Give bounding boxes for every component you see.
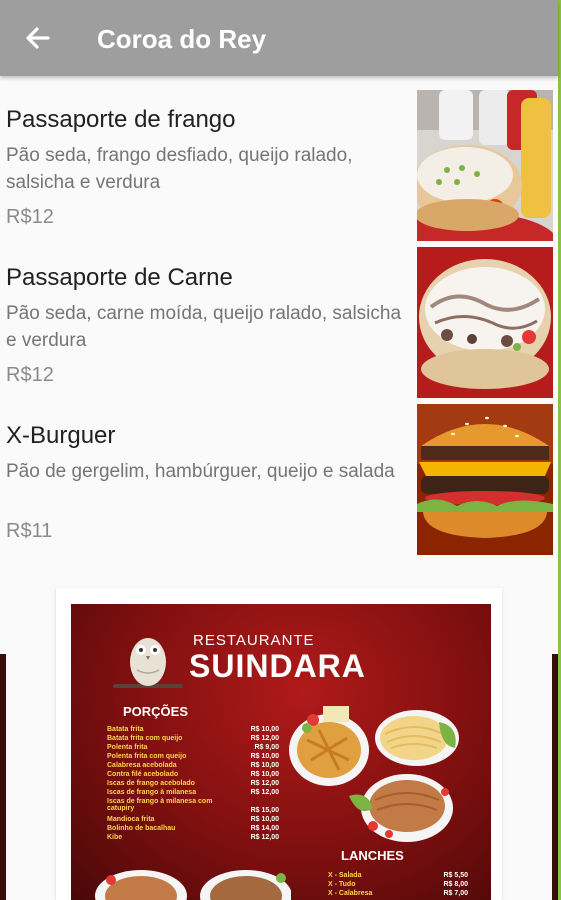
menu-row: Bolinho de bacalhau R$ 14,00 xyxy=(107,825,279,832)
owl-icon xyxy=(113,638,183,688)
menu-row: Iscas de frango à milanesa com catupiry R… xyxy=(107,798,279,814)
item-price: R$11 xyxy=(6,520,53,542)
menu-row: Batata frita com queijo R$ 12,00 xyxy=(107,735,279,742)
gallery-next-peek[interactable] xyxy=(552,654,558,900)
app-bar: Coroa do Rey xyxy=(0,0,558,76)
food-plates-illustration xyxy=(289,706,459,842)
menu-row: X - Calabresa R$ 7,00 xyxy=(328,890,468,897)
item-description: Pão seda, carne moída, queijo ralado, sa… xyxy=(6,303,402,351)
item-image-hot-dog-frango[interactable] xyxy=(417,90,553,241)
item-price: R$12 xyxy=(6,206,54,228)
menu-row: Polenta frita com queijo R$ 10,00 xyxy=(107,753,279,760)
app-title: Coroa do Rey xyxy=(97,24,267,54)
restaurant-menu-image: RESTAURANTE SUINDARA PORÇÕES Batata frit… xyxy=(71,604,491,900)
menu-row: Calabresa acebolada R$ 10,00 xyxy=(107,762,279,769)
lanches-title: LANCHES xyxy=(341,848,404,863)
restaurant-name: SUINDARA xyxy=(189,648,366,684)
menu-card[interactable]: RESTAURANTE SUINDARA PORÇÕES Batata frit… xyxy=(56,588,502,900)
gallery-prev-peek[interactable] xyxy=(0,654,6,900)
menu-row: Contra filé acebolado R$ 10,00 xyxy=(107,771,279,778)
item-description: Pão seda, frango desfiado, queijo ralado… xyxy=(6,145,353,193)
item-image-burger[interactable] xyxy=(417,404,553,555)
item-price: R$12 xyxy=(6,364,54,386)
item-description: Pão de gergelim, hambúrguer, queijo e sa… xyxy=(6,461,395,482)
porcoes-title: PORÇÕES xyxy=(123,704,189,719)
menu-row: Polenta frita R$ 9,00 xyxy=(107,744,279,751)
back-arrow-icon[interactable] xyxy=(22,22,54,54)
item-name: Passaporte de Carne xyxy=(6,264,233,291)
menu-row: Kibe R$ 12,00 xyxy=(107,834,279,841)
bottom-plates-illustration xyxy=(95,870,291,900)
menu-row: X - Tudo R$ 8,00 xyxy=(328,881,468,888)
menu-row: Iscas de frango à milanesa R$ 12,00 xyxy=(107,789,279,796)
item-name: X-Burguer xyxy=(6,422,116,449)
menu-row: Batata frita R$ 10,00 xyxy=(107,726,279,733)
menu-row: Iscas de frango acebolado R$ 12,00 xyxy=(107,780,279,787)
menu-row: X - Salada R$ 5,50 xyxy=(328,872,468,879)
restaurant-label: RESTAURANTE xyxy=(193,632,315,649)
item-name: Passaporte de frango xyxy=(6,106,236,133)
menu-gallery[interactable]: RESTAURANTE SUINDARA PORÇÕES Batata frit… xyxy=(0,588,558,900)
menu-row: Mandioca frita R$ 10,00 xyxy=(107,816,279,823)
item-image-hot-dog-carne[interactable] xyxy=(417,247,553,398)
